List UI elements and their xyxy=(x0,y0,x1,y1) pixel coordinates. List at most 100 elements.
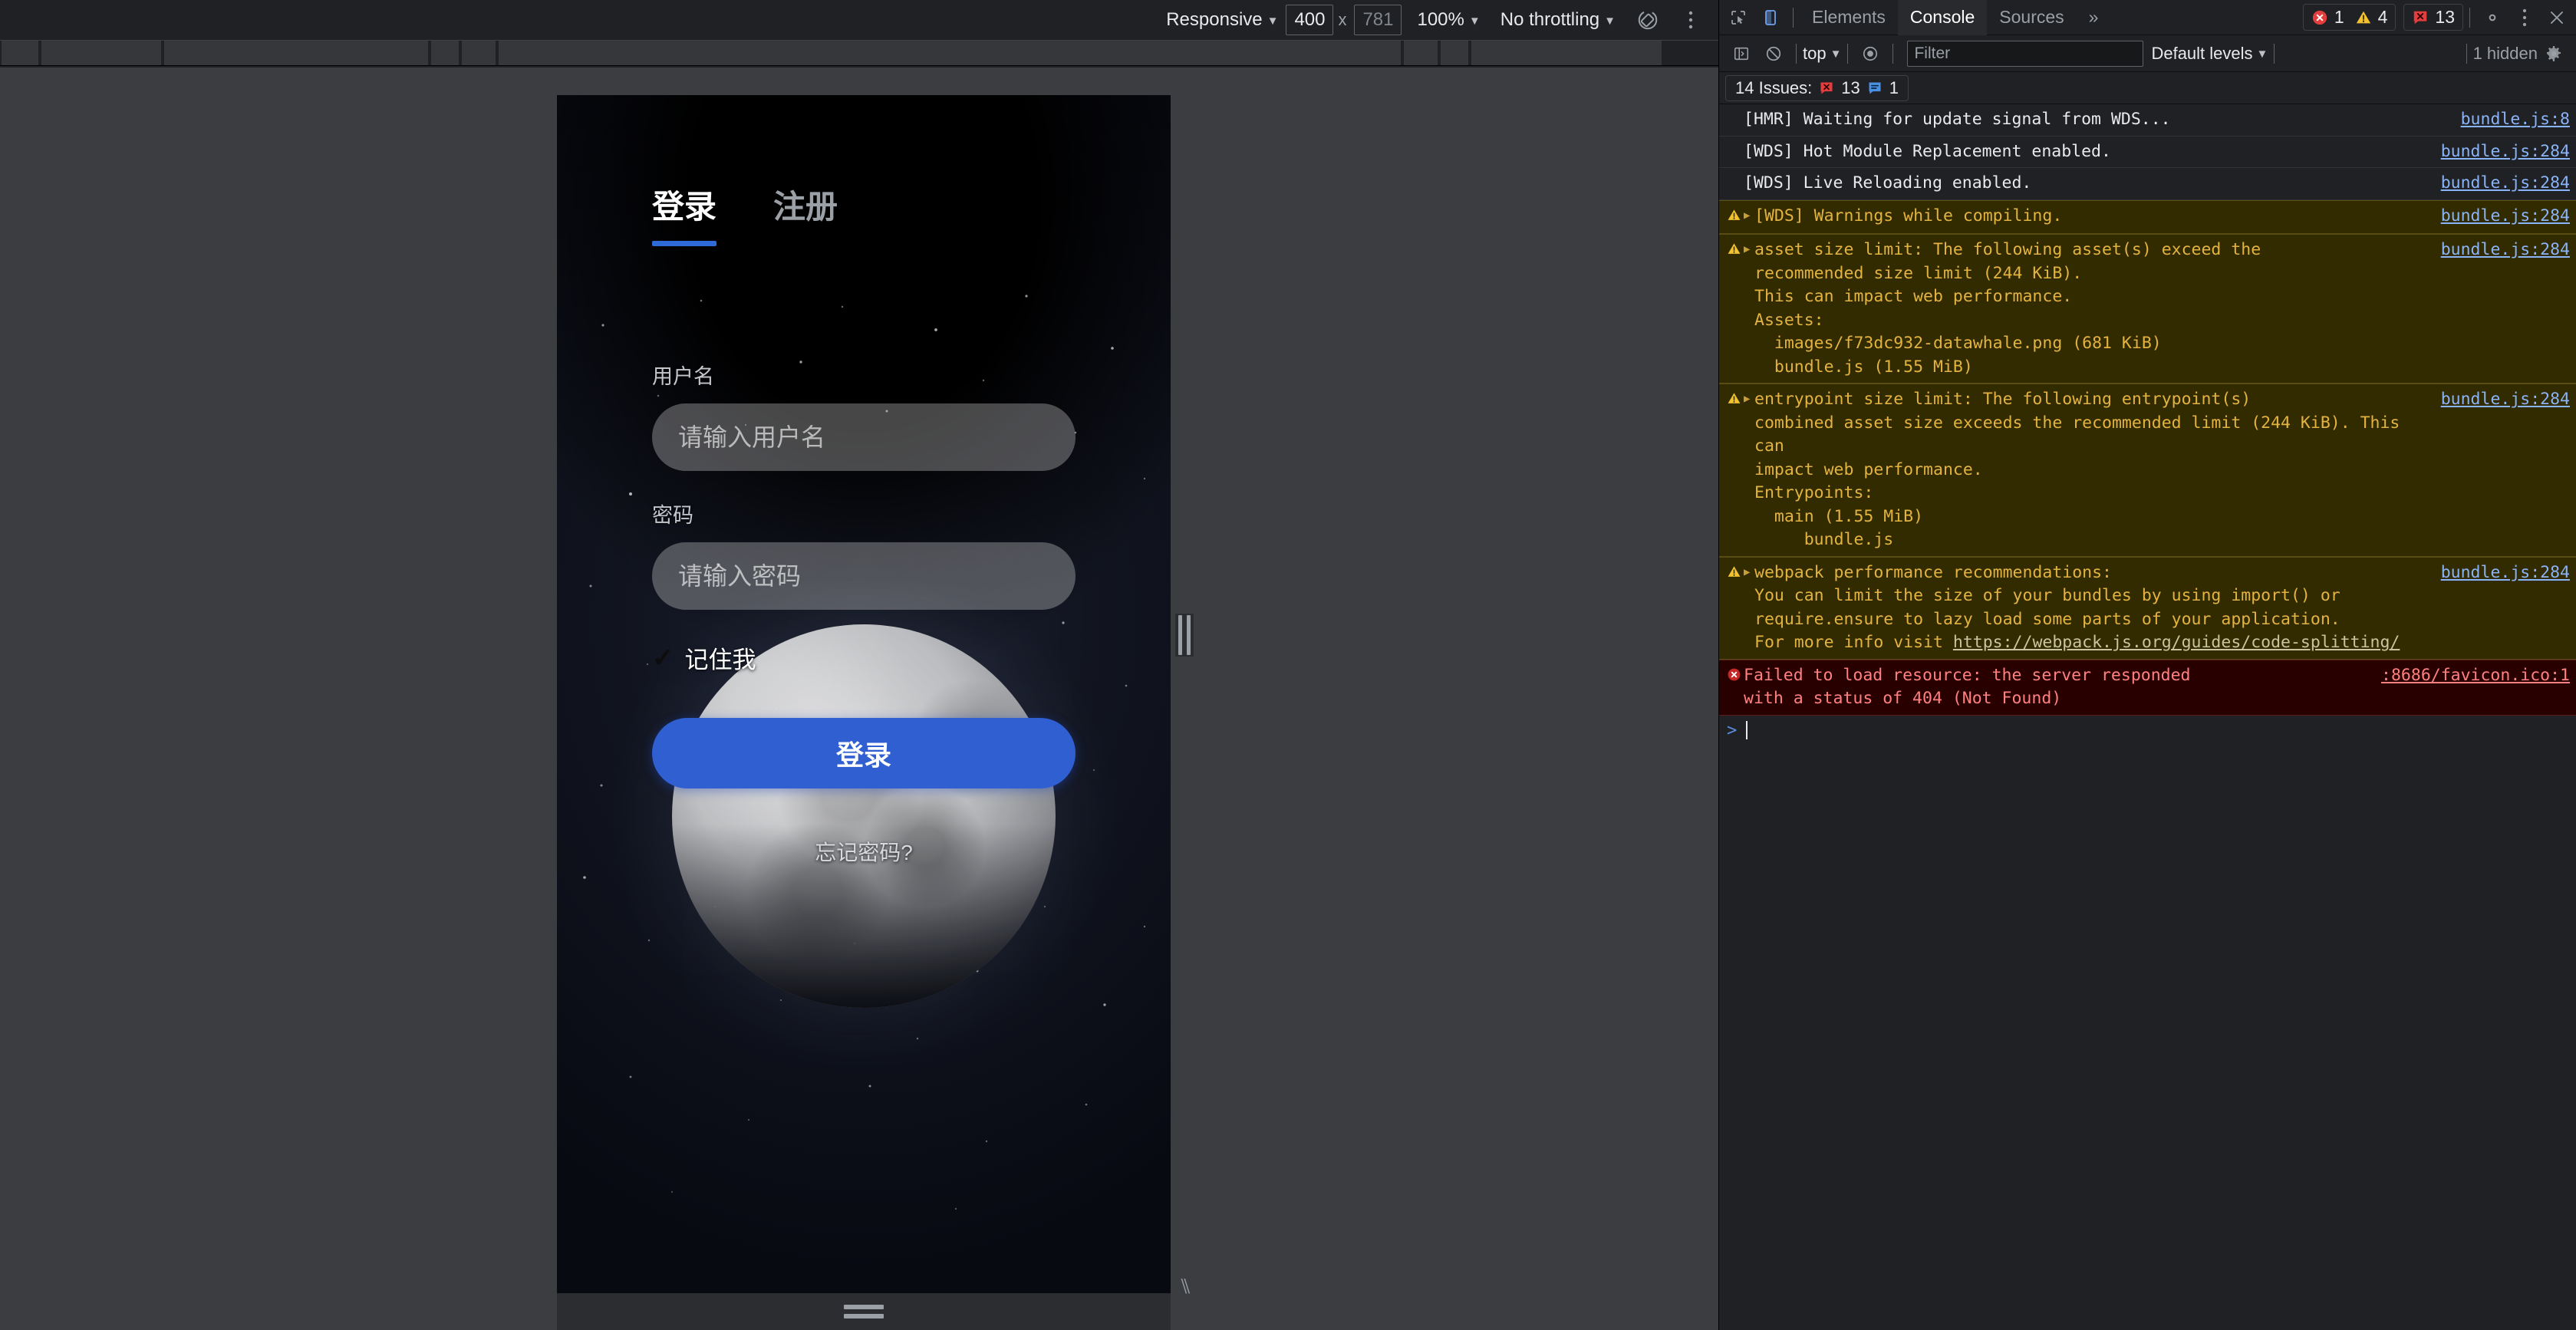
console-message[interactable]: [HMR] Waiting for update signal from WDS… xyxy=(1719,104,2576,137)
console-message[interactable]: ▶ webpack performance recommendations: Y… xyxy=(1719,556,2576,660)
message-source-link[interactable]: bundle.js:284 xyxy=(2441,388,2570,412)
issue-count: 13 xyxy=(2435,7,2455,27)
chevron-down-icon: ▼ xyxy=(1604,14,1616,28)
message-gutter xyxy=(1727,140,1744,142)
console-input-prompt[interactable]: > xyxy=(1719,715,2576,746)
media-query-segment[interactable] xyxy=(1402,41,1439,65)
username-input[interactable] xyxy=(652,403,1076,471)
media-query-ruler[interactable] xyxy=(0,40,1718,66)
close-icon[interactable] xyxy=(2541,2,2573,34)
devtools-panel: Elements Console Sources » 1 4 13 top ▼ … xyxy=(1718,0,2576,1330)
issues-bar[interactable]: 14 Issues: 13 1 xyxy=(1719,72,2576,104)
more-tabs-icon: » xyxy=(2088,7,2099,27)
error-warning-counts[interactable]: 1 4 xyxy=(2302,4,2396,31)
throttling-dropdown[interactable]: No throttling ▼ xyxy=(1494,8,1622,32)
device-frame-bottom-bar xyxy=(557,1293,1171,1330)
message-source-link[interactable]: bundle.js:284 xyxy=(2441,140,2570,164)
log-levels-dropdown[interactable]: Default levels ▼ xyxy=(2151,44,2268,64)
code-splitting-link[interactable]: https://webpack.js.org/guides/code-split… xyxy=(1953,633,2400,652)
device-preset-dropdown[interactable]: Responsive ▼ xyxy=(1160,8,1284,32)
log-levels-label: Default levels xyxy=(2151,43,2253,63)
message-source-link[interactable]: :8686/favicon.ico:1 xyxy=(2381,664,2570,688)
media-query-segment[interactable] xyxy=(430,41,460,65)
console-sidebar-icon[interactable] xyxy=(1725,38,1757,70)
mobile-login-page: 登录 注册 用户名 密码 ✓ 记住我 xyxy=(557,95,1171,1293)
console-message[interactable]: [WDS] Hot Module Replacement enabled. bu… xyxy=(1719,136,2576,169)
device-toolbar: Responsive ▼ x 100% ▼ No throttling ▼ xyxy=(0,0,1718,40)
media-query-segment[interactable] xyxy=(497,41,1402,65)
remember-me-row[interactable]: ✓ 记住我 xyxy=(652,640,1076,675)
tab-login[interactable]: 登录 xyxy=(652,181,717,246)
tab-register-label: 注册 xyxy=(773,189,838,225)
device-height-input[interactable] xyxy=(1354,5,1402,35)
expand-arrow-icon[interactable]: ▶ xyxy=(1744,239,1754,258)
device-preset-label: Responsive xyxy=(1166,9,1263,30)
rotate-device-icon[interactable] xyxy=(1631,5,1665,35)
tab-register[interactable]: 注册 xyxy=(773,181,838,239)
media-query-segment[interactable] xyxy=(1470,41,1663,65)
more-vertical-icon[interactable] xyxy=(2508,2,2541,34)
console-message[interactable]: ▶ [WDS] Warnings while compiling. bundle… xyxy=(1719,199,2576,235)
tab-elements[interactable]: Elements xyxy=(1800,0,1898,35)
expand-arrow-icon[interactable]: ▶ xyxy=(1744,388,1754,407)
live-expression-icon[interactable] xyxy=(1854,38,1886,70)
console-message[interactable]: ▶ entrypoint size limit: The following e… xyxy=(1719,384,2576,557)
media-query-segment[interactable] xyxy=(0,41,40,65)
device-screen[interactable]: 登录 注册 用户名 密码 ✓ 记住我 xyxy=(557,95,1171,1293)
login-button[interactable]: 登录 xyxy=(652,718,1076,788)
resize-handle-corner[interactable]: ⫽ xyxy=(1172,1273,1198,1299)
media-query-segment[interactable] xyxy=(40,41,163,65)
clear-console-icon[interactable] xyxy=(1757,38,1790,70)
media-query-segment[interactable] xyxy=(1439,41,1470,65)
login-form: 登录 注册 用户名 密码 ✓ 记住我 xyxy=(557,95,1171,1293)
message-source-link[interactable]: bundle.js:284 xyxy=(2441,205,2570,229)
hidden-messages-label: 1 hidden xyxy=(2473,44,2538,64)
message-source-link[interactable]: bundle.js:8 xyxy=(2461,108,2570,132)
warning-count: 4 xyxy=(2377,7,2388,27)
error-circle-icon xyxy=(1727,664,1744,690)
issue-info-icon xyxy=(1869,82,1881,94)
warning-triangle-icon xyxy=(1727,388,1744,413)
inspect-element-icon[interactable] xyxy=(1722,2,1754,34)
chevron-down-icon: ▼ xyxy=(2256,48,2268,61)
message-gutter xyxy=(1727,108,1744,110)
device-width-input[interactable] xyxy=(1286,5,1334,35)
throttling-label: No throttling xyxy=(1500,9,1600,30)
expand-arrow-icon[interactable]: ▶ xyxy=(1744,205,1754,224)
device-toolbar-more-options-icon[interactable] xyxy=(1674,5,1708,35)
divider xyxy=(2469,7,2470,28)
message-source-link[interactable]: bundle.js:284 xyxy=(2441,561,2570,585)
toggle-device-toolbar-icon[interactable] xyxy=(1754,2,1787,34)
console-message[interactable]: ▶ asset size limit: The following asset(… xyxy=(1719,234,2576,384)
console-message-list[interactable]: [HMR] Waiting for update signal from WDS… xyxy=(1719,104,2576,1330)
execution-context-dropdown[interactable]: top ▼ xyxy=(1803,44,1841,64)
message-source-link[interactable]: bundle.js:284 xyxy=(2441,172,2570,196)
media-query-segment[interactable] xyxy=(163,41,430,65)
warning-triangle-icon xyxy=(2356,11,2370,23)
console-message[interactable]: Failed to load resource: the server resp… xyxy=(1719,659,2576,716)
message-text: [WDS] Hot Module Replacement enabled. xyxy=(1744,141,2111,161)
zoom-dropdown[interactable]: 100% ▼ xyxy=(1411,8,1486,32)
password-input[interactable] xyxy=(652,542,1076,610)
filter-input[interactable] xyxy=(1907,40,2144,67)
checkmark-icon[interactable]: ✓ xyxy=(652,645,674,671)
console-message[interactable]: [WDS] Live Reloading enabled. bundle.js:… xyxy=(1719,168,2576,200)
more-tabs-button[interactable]: » xyxy=(2077,0,2111,35)
resize-handle-right[interactable] xyxy=(1175,614,1194,657)
divider xyxy=(2274,43,2275,64)
console-settings-gear-icon[interactable] xyxy=(2538,38,2570,70)
expand-arrow-icon[interactable]: ▶ xyxy=(1744,561,1754,581)
message-text: [WDS] Warnings while compiling. xyxy=(1754,206,2063,226)
message-text: Failed to load resource: the server resp… xyxy=(1744,665,2191,709)
message-text: asset size limit: The following asset(s)… xyxy=(1754,240,2261,377)
tab-console[interactable]: Console xyxy=(1897,0,1988,35)
tab-sources[interactable]: Sources xyxy=(1987,0,2076,35)
issues-chip[interactable]: 14 Issues: 13 1 xyxy=(1725,74,1909,101)
forgot-password-link[interactable]: 忘记密码? xyxy=(652,836,1076,867)
zoom-level-label: 100% xyxy=(1417,9,1464,30)
message-source-link[interactable]: bundle.js:284 xyxy=(2441,239,2570,262)
resize-handle-bottom[interactable] xyxy=(844,1305,884,1318)
gear-icon[interactable] xyxy=(2476,2,2508,34)
issues-count-badge[interactable]: 13 xyxy=(2403,4,2463,31)
media-query-segment[interactable] xyxy=(460,41,497,65)
